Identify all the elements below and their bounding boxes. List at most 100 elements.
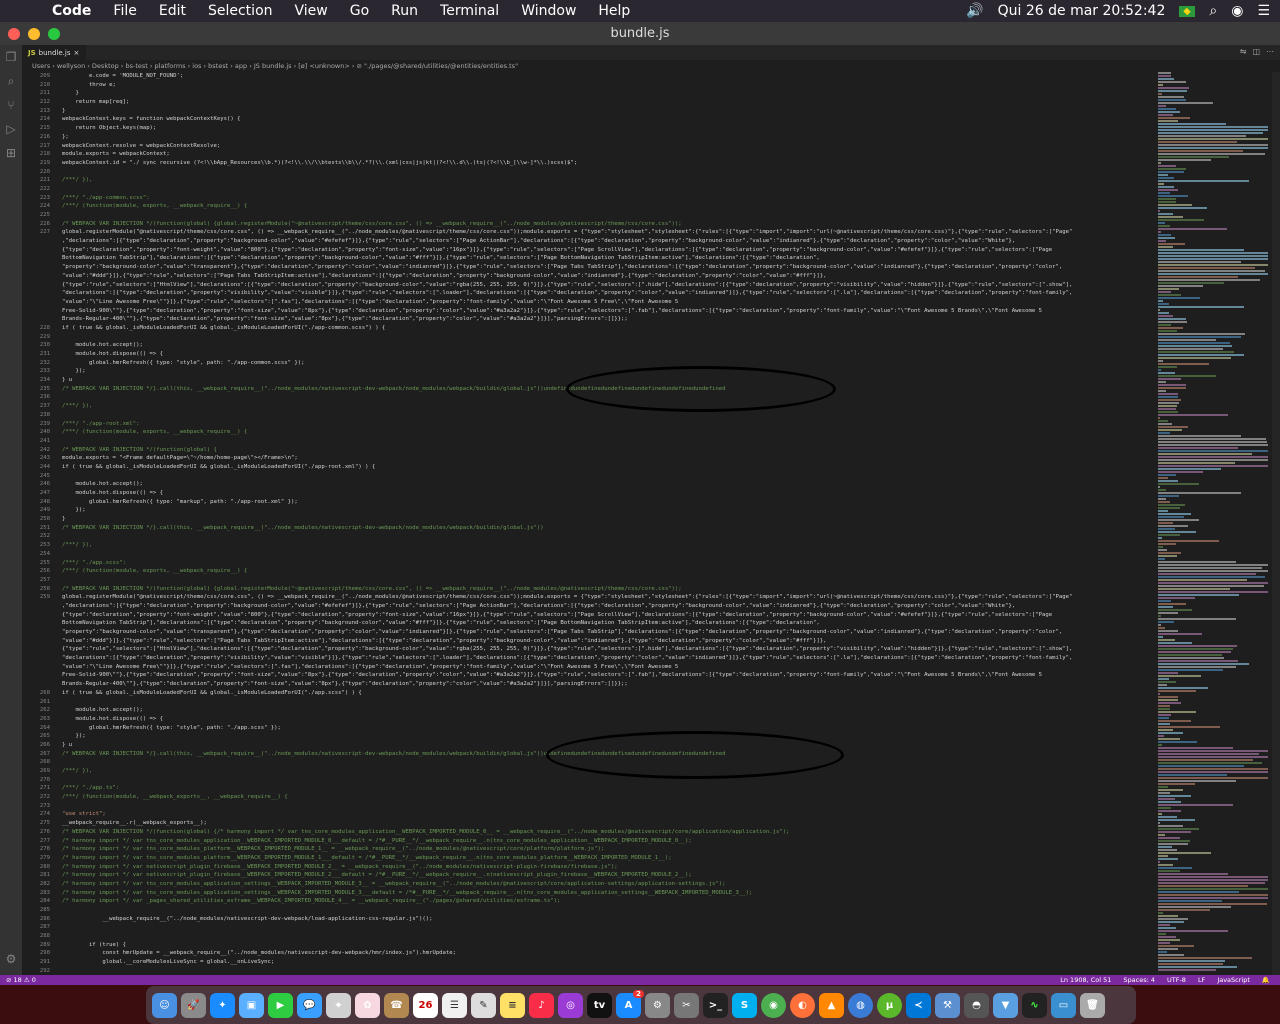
code-line[interactable]: 271 /***/ "./app.ts": xyxy=(22,784,1158,793)
code-line[interactable]: 258 /* WEBPACK VAR INJECTION */(function(… xyxy=(22,585,1158,594)
notes-icon[interactable]: ≡ xyxy=(500,992,525,1018)
volume-icon[interactable]: 🔊 xyxy=(966,3,983,19)
code-line[interactable]: 274 "use strict"; xyxy=(22,810,1158,819)
code-line[interactable]: "declarations":[{"type":"declaration","p… xyxy=(22,289,1158,298)
activity-monitor-icon[interactable]: ∿ xyxy=(1022,992,1047,1018)
code-line[interactable]: Free-Solid-900\""},{"type":"declaration"… xyxy=(22,307,1158,316)
code-line[interactable]: 261 xyxy=(22,698,1158,707)
launchpad-icon[interactable]: 🚀 xyxy=(181,992,206,1018)
podcasts-icon[interactable]: ◎ xyxy=(558,992,583,1018)
control-center-icon[interactable]: ☰ xyxy=(1257,3,1270,19)
code-line[interactable]: 238 xyxy=(22,411,1158,420)
code-line[interactable]: 291 global.__coreModulesLiveSync = globa… xyxy=(22,958,1158,967)
code-line[interactable]: 280 /* harmony import */ var nativescript… xyxy=(22,863,1158,872)
code-line[interactable]: 212 return map[req]; xyxy=(22,98,1158,107)
contacts-icon[interactable]: ☎ xyxy=(384,992,409,1018)
code-line[interactable]: 229 xyxy=(22,333,1158,342)
vlc-icon[interactable]: ▲ xyxy=(819,992,844,1018)
code-line[interactable]: 239 /***/ "./app-root.xml": xyxy=(22,420,1158,429)
code-line[interactable]: "property":"background-color","value":"t… xyxy=(22,263,1158,272)
menu-help[interactable]: Help xyxy=(598,3,630,19)
code-line[interactable]: 272 /***/ (function(module, __webpack_exp… xyxy=(22,793,1158,802)
spotlight-search-icon[interactable]: ⌕ xyxy=(1209,3,1217,19)
code-line[interactable]: 223 /***/ "./app-common.scss": xyxy=(22,194,1158,203)
code-line[interactable]: 276 /* WEBPACK VAR INJECTION */(function(… xyxy=(22,828,1158,837)
code-line[interactable]: 283 /* harmony import */ var tns_core_mod… xyxy=(22,889,1158,898)
code-line[interactable]: 263 module.hot.dispose(() => { xyxy=(22,715,1158,724)
code-line[interactable]: 213} xyxy=(22,107,1158,116)
code-line[interactable]: 248 global.hmrRefresh({ type: "markup", … xyxy=(22,498,1158,507)
code-line[interactable]: "value":"#ddd"}]},{"type":"rule","select… xyxy=(22,637,1158,646)
code-line[interactable]: Free-Solid-900\""},{"type":"declaration"… xyxy=(22,671,1158,680)
run-debug-icon[interactable]: ▷ xyxy=(0,117,22,141)
code-line[interactable]: 210 throw e; xyxy=(22,81,1158,90)
siri-icon[interactable]: ◉ xyxy=(1231,3,1243,19)
code-line[interactable]: 270 xyxy=(22,776,1158,785)
code-line[interactable]: 289 if (true) { xyxy=(22,941,1158,950)
photos-icon[interactable]: ✿ xyxy=(355,992,380,1018)
code-line[interactable]: 230 module.hot.accept(); xyxy=(22,341,1158,350)
app-store-icon[interactable]: A2 xyxy=(616,989,644,1018)
menu-go[interactable]: Go xyxy=(350,3,369,19)
code-line[interactable]: 228 if ( true && global._isModuleLoadedFo… xyxy=(22,324,1158,333)
utility-icon[interactable]: ✂ xyxy=(674,992,699,1018)
code-line[interactable]: 287 xyxy=(22,923,1158,932)
search-icon[interactable]: ⌕ xyxy=(0,69,22,93)
code-line[interactable]: 246 module.hot.accept(); xyxy=(22,480,1158,489)
menu-terminal[interactable]: Terminal xyxy=(440,3,499,19)
code-line[interactable]: {"type":"declaration","property":"font-w… xyxy=(22,246,1158,255)
code-editor[interactable]: 209 e.code = 'MODULE_NOT_FOUND'; 210 thro… xyxy=(22,72,1158,975)
messages-icon[interactable]: 💬 xyxy=(297,992,322,1018)
code-line[interactable]: 214 webpackContext.keys = function webpac… xyxy=(22,115,1158,124)
code-line[interactable]: 278 /* harmony import */ var tns_core_mod… xyxy=(22,845,1158,854)
split-editor-icon[interactable]: ◫ xyxy=(1252,47,1260,56)
code-line[interactable]: 288 xyxy=(22,932,1158,941)
system-preferences-icon[interactable]: ⚙ xyxy=(645,992,670,1018)
code-line[interactable]: 217 webpackContext.resolve = webpackConte… xyxy=(22,142,1158,151)
code-line[interactable]: 211 } xyxy=(22,89,1158,98)
notifications-bell-icon[interactable]: 🔔 xyxy=(1262,975,1270,985)
code-line[interactable]: "value":"\"Line Awesome Free\""}]},{"typ… xyxy=(22,663,1158,672)
code-line[interactable]: 277 /* harmony import */ var tns_core_mod… xyxy=(22,837,1158,846)
code-line[interactable]: 281 /* harmony import */ var nativescript… xyxy=(22,871,1158,880)
code-line[interactable]: 249 }); xyxy=(22,506,1158,515)
firefox-icon[interactable]: ◐ xyxy=(790,992,815,1018)
minimap[interactable] xyxy=(1158,72,1272,975)
code-line[interactable]: 264 global.hmrRefresh({ type: "style", p… xyxy=(22,724,1158,733)
code-line[interactable]: 219 webpackContext.id = "./ sync recursiv… xyxy=(22,159,1158,168)
code-line[interactable]: 232 global.hmrRefresh({ type: "style", p… xyxy=(22,359,1158,368)
breadcrumb[interactable]: Users › wellyson › Desktop › bs-test › p… xyxy=(22,60,1280,72)
code-line[interactable]: 290 const hmrUpdate = __webpack_require_… xyxy=(22,949,1158,958)
problems-indicator[interactable]: ⊘ 18 ⚠ 0 xyxy=(6,975,36,985)
code-line[interactable]: 243 module.exports = "<Frame defaultPage=… xyxy=(22,454,1158,463)
language-mode[interactable]: JavaScript xyxy=(1217,975,1250,985)
code-line[interactable]: 242 /* WEBPACK VAR INJECTION */(function(… xyxy=(22,446,1158,455)
code-line[interactable]: BottomNavigation TabStrip"],"declaration… xyxy=(22,254,1158,263)
skype-icon[interactable]: S xyxy=(732,992,757,1018)
code-line[interactable]: 285 xyxy=(22,906,1158,915)
code-line[interactable]: 254 xyxy=(22,550,1158,559)
code-line[interactable]: 253 /***/ }), xyxy=(22,541,1158,550)
code-line[interactable]: 241 xyxy=(22,437,1158,446)
code-line[interactable]: "value":"\"Line Awesome Free\""}]},{"typ… xyxy=(22,298,1158,307)
source-control-icon[interactable]: ⑂ xyxy=(0,93,22,117)
code-line[interactable]: 237 /***/ }), xyxy=(22,402,1158,411)
reminders-icon[interactable]: ☰ xyxy=(442,992,467,1018)
code-line[interactable]: 247 module.hot.dispose(() => { xyxy=(22,489,1158,498)
cursor-position[interactable]: Ln 1908, Col 51 xyxy=(1060,975,1111,985)
code-line[interactable]: 252 xyxy=(22,532,1158,541)
code-line[interactable]: ,"declarations":[{"type":"declaration","… xyxy=(22,237,1158,246)
code-line[interactable]: 226 /* WEBPACK VAR INJECTION */(function(… xyxy=(22,220,1158,229)
code-line[interactable]: 256 /***/ (function(module, exports, __we… xyxy=(22,567,1158,576)
code-line[interactable]: 215 return Object.keys(map); xyxy=(22,124,1158,133)
code-line[interactable]: {"type":"rule","selectors":["HtmlView"],… xyxy=(22,645,1158,654)
code-line[interactable]: 259 global.registerModule("@nativescript/… xyxy=(22,593,1158,602)
safari-icon[interactable]: ✦ xyxy=(210,992,235,1018)
open-changes-icon[interactable]: ⇋ xyxy=(1240,47,1247,56)
code-line[interactable]: 262 module.hot.accept(); xyxy=(22,706,1158,715)
menu-window[interactable]: Window xyxy=(521,3,576,19)
browser-icon[interactable]: ◍ xyxy=(848,992,873,1018)
more-actions-icon[interactable]: ⋯ xyxy=(1266,47,1274,56)
code-line[interactable]: "declarations":[{"type":"declaration","p… xyxy=(22,654,1158,663)
code-line[interactable]: 284 /* harmony import */ var _pages_share… xyxy=(22,897,1158,906)
